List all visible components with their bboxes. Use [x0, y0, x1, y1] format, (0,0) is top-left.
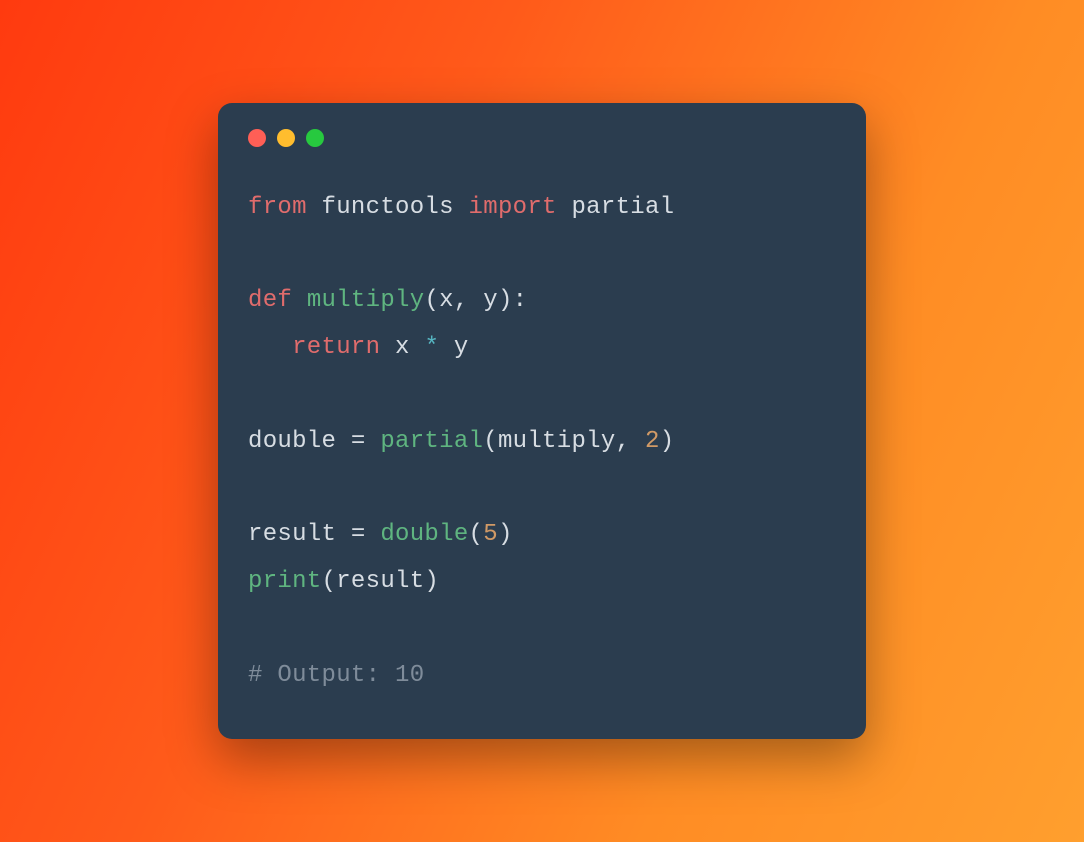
- operator-multiply: *: [424, 334, 439, 361]
- keyword-from: from: [248, 194, 307, 221]
- code-block: from functools import partial def multip…: [248, 185, 836, 700]
- minimize-icon[interactable]: [277, 129, 295, 147]
- function-params: (x, y):: [424, 287, 527, 314]
- assign-result: result =: [248, 521, 380, 548]
- number-literal-5: 5: [483, 521, 498, 548]
- maximize-icon[interactable]: [306, 129, 324, 147]
- traffic-lights: [248, 129, 836, 147]
- call-partial: partial: [380, 428, 483, 455]
- args-open: (multiply,: [483, 428, 645, 455]
- keyword-import: import: [469, 194, 557, 221]
- args-open: (: [469, 521, 484, 548]
- keyword-def: def: [248, 287, 292, 314]
- code-window: from functools import partial def multip…: [218, 103, 866, 740]
- function-name-multiply: multiply: [307, 287, 425, 314]
- number-literal-2: 2: [645, 428, 660, 455]
- args-close: ): [498, 521, 513, 548]
- module-name: functools: [307, 194, 469, 221]
- expr-right: y: [439, 334, 468, 361]
- print-args: (result): [322, 568, 440, 595]
- indent: [248, 334, 292, 361]
- assign-double: double =: [248, 428, 380, 455]
- args-close: ): [660, 428, 675, 455]
- expr-left: x: [380, 334, 424, 361]
- keyword-return: return: [292, 334, 380, 361]
- comment-output: # Output: 10: [248, 662, 424, 689]
- call-print: print: [248, 568, 322, 595]
- imported-symbol: partial: [557, 194, 675, 221]
- space: [292, 287, 307, 314]
- call-double: double: [380, 521, 468, 548]
- close-icon[interactable]: [248, 129, 266, 147]
